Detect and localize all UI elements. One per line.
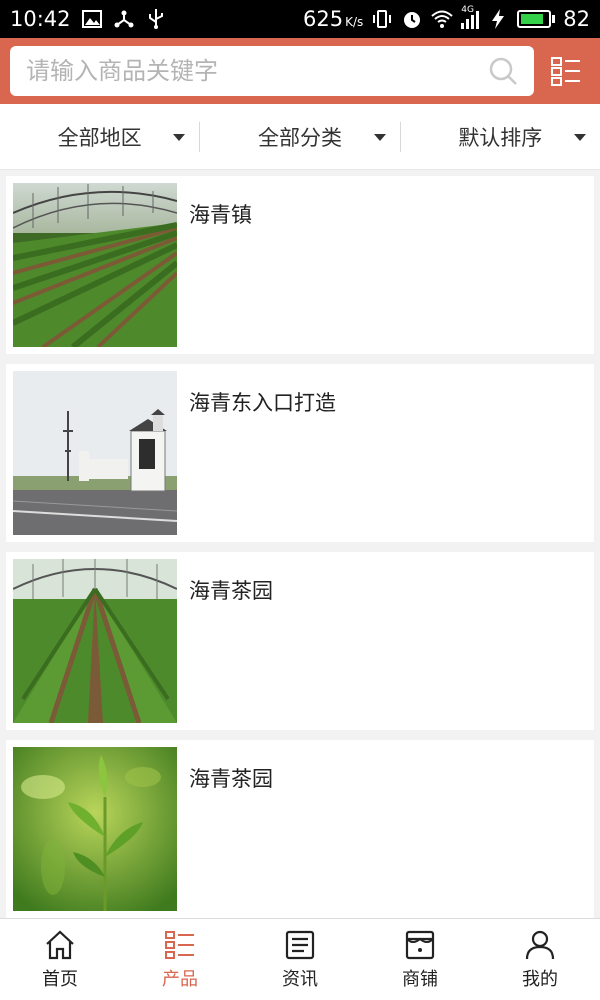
product-card[interactable]: 海青茶园 [6,552,594,730]
product-image-greenhouse [13,183,177,347]
product-card[interactable]: 海青东入口打造 [6,364,594,542]
shop-icon [405,930,435,959]
search-input[interactable] [26,57,488,85]
filter-region-dropdown[interactable]: 全部地区 [0,104,199,169]
nav-label: 首页 [42,968,78,990]
user-icon [525,930,555,959]
status-time: 10:42 [10,7,71,31]
header [0,38,600,104]
filter-bar: 全部地区 全部分类 默认排序 [0,104,600,170]
nav-products[interactable]: 产品 [120,919,240,1000]
list-icon [165,930,194,959]
news-icon [285,930,315,959]
product-title: 海青镇 [189,203,252,227]
nav-label: 产品 [162,968,198,990]
filter-label: 默认排序 [458,125,543,150]
vibrate-icon [373,10,392,28]
product-image-tea-sprout [13,747,177,911]
product-title: 海青东入口打造 [189,391,336,415]
home-icon [46,930,74,959]
filter-label: 全部地区 [57,125,142,150]
nav-label: 我的 [522,968,558,990]
product-card[interactable]: 海青镇 [6,176,594,354]
net-speed: 625 K/s [303,7,364,31]
category-menu-icon[interactable] [550,55,582,87]
signal-icon: 4G [461,5,480,29]
search-box[interactable] [10,46,534,96]
caret-down-icon [573,134,586,141]
filter-label: 全部分类 [257,125,342,150]
image-icon [81,10,102,28]
filter-category-dropdown[interactable]: 全部分类 [200,104,399,169]
filter-sort-dropdown[interactable]: 默认排序 [401,104,600,169]
nav-label: 商铺 [402,968,438,990]
search-icon[interactable] [488,56,518,86]
nav-news[interactable]: 资讯 [240,919,360,1000]
battery-level: 82 [563,7,590,31]
bottom-nav: 首页 产品 资讯 商铺 我的 [0,918,600,1000]
product-title: 海青茶园 [189,579,273,603]
product-image-tea-greenhouse [13,559,177,723]
nav-label: 资讯 [282,968,318,990]
nav-shop[interactable]: 商铺 [360,919,480,1000]
alarm-icon [404,12,421,28]
product-image-gate [13,371,177,535]
product-list: 海青镇 海青东入口打造 海青茶园 海青茶园 [6,176,594,928]
status-bar: 10:42 625 K/s 4G 82 [0,0,600,38]
caret-down-icon [373,134,386,141]
wifi-icon [431,10,453,28]
nav-home[interactable]: 首页 [0,919,120,1000]
usb-icon [148,9,163,29]
charging-icon [492,9,505,29]
share-icon [114,10,134,28]
nav-profile[interactable]: 我的 [480,919,600,1000]
caret-down-icon [173,134,186,141]
battery-icon [517,10,556,28]
product-title: 海青茶园 [189,767,273,791]
product-card[interactable]: 海青茶园 [6,740,594,918]
